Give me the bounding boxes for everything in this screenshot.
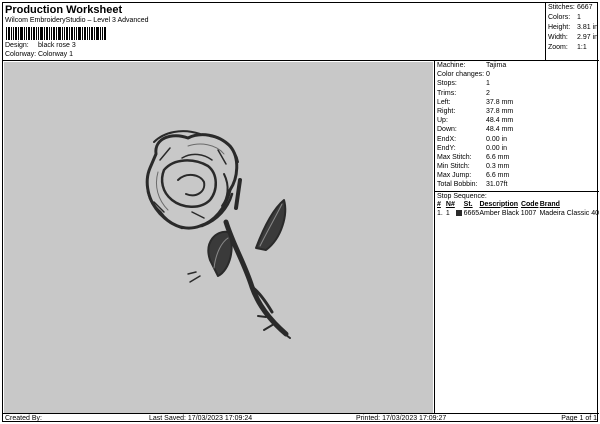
col-brand: Brand (539, 200, 560, 208)
info-label: Down: (437, 126, 457, 134)
row-code: 1007 (520, 209, 537, 217)
info-row: Up: 48.4 mm (435, 116, 599, 125)
colorway-value: Colorway 1 (38, 51, 74, 58)
col-num: # (437, 200, 441, 208)
page-number: Page 1 of 1 (561, 415, 597, 422)
info-value: 0.3 mm (486, 163, 510, 171)
info-value: 0.00 in (486, 135, 508, 143)
info-value: 0.00 in (486, 144, 508, 152)
stats-panel: Stitches: 6667 Colors: 1 Height: 3.81 in Wi… (545, 3, 599, 60)
info-row: Min Stitch: 0.3 mm (435, 162, 599, 171)
info-row: Max Stitch: 6.6 mm (435, 153, 599, 162)
info-row: Total Bobbin: 31.07ft (435, 180, 599, 189)
col-code: Code (520, 200, 539, 208)
info-value: 37.8 mm (486, 107, 514, 115)
stat-label: Width: (548, 34, 568, 41)
stat-row: Zoom: 1:1 (546, 43, 599, 53)
stop-sequence-title: Stop Sequence: (435, 190, 599, 200)
worksheet: Production Worksheet Wilcom EmbroiderySt… (2, 2, 599, 423)
rose-embroidery-image (145, 130, 291, 339)
info-label: Up: (437, 117, 448, 125)
info-label: Trims: (437, 89, 457, 97)
row-brand: Madeira Classic 40 (539, 209, 599, 217)
info-row: Max Jump: 6.6 mm (435, 171, 599, 180)
last-saved: Last Saved: 17/03/2023 17:09:24 (149, 415, 253, 422)
info-value: 48.4 mm (486, 117, 514, 125)
stat-value: 1 (577, 14, 581, 21)
info-value: Tajima (486, 62, 507, 69)
stat-row: Colors: 1 (546, 13, 599, 23)
printed-date: Printed: 17/03/2023 17:09:27 (356, 415, 447, 422)
design-label: Design: (5, 42, 29, 49)
col-st: St. (463, 200, 473, 208)
info-value: 0 (486, 71, 490, 79)
stat-value: 1:1 (577, 44, 587, 51)
stat-row: Stitches: 6667 (546, 3, 599, 13)
info-label: EndX: (437, 135, 457, 143)
col-swatch (456, 200, 464, 209)
stat-label: Colors: (548, 14, 571, 21)
stat-row: Width: 2.97 in (546, 33, 599, 43)
info-value: 6.6 mm (486, 153, 510, 161)
info-label: Color changes: (437, 71, 485, 79)
info-label: Max Stitch: (437, 153, 472, 161)
info-label: Machine: (437, 62, 466, 69)
footer: Created By: Last Saved: 17/03/2023 17:09… (3, 413, 599, 423)
info-value: 1 (486, 80, 490, 88)
created-by: Created By: (5, 415, 42, 422)
page-title: Production Worksheet (5, 4, 123, 16)
info-value: 6.6 mm (486, 172, 510, 180)
color-swatch-icon (455, 209, 464, 218)
stat-value: 2.97 in (577, 34, 599, 41)
colorway-row: Colorway: Colorway 1 (5, 51, 73, 58)
table-row: 1. 1 6665 Amber Black 1007 Madeira Class… (435, 209, 599, 218)
info-label: Total Bobbin: (437, 181, 478, 189)
stop-sequence-header: # N# St. Description Code Brand (435, 200, 599, 209)
info-value: 37.8 mm (486, 98, 514, 106)
stat-value: 3.81 in (577, 24, 599, 31)
col-n: N# (445, 200, 455, 208)
stat-row: Height: 3.81 in (546, 23, 599, 33)
colorway-label: Colorway: (5, 51, 37, 58)
info-row: Right: 37.8 mm (435, 107, 599, 116)
info-label: Min Stitch: (437, 163, 470, 171)
info-row: Down: 48.4 mm (435, 125, 599, 134)
info-value: 2 (486, 89, 490, 97)
info-row: Machine: Tajima (435, 61, 599, 70)
stat-value: 6667 (577, 4, 593, 11)
info-value: 31.07ft (486, 181, 508, 189)
info-row: EndY: 0.00 in (435, 144, 599, 153)
info-panel: Machine: Tajima Color changes: 0 Stops: 1 T… (434, 61, 599, 413)
header: Production Worksheet Wilcom EmbroiderySt… (3, 3, 545, 60)
row-n: 1 (445, 209, 450, 217)
design-row: Design: black rose 3 (5, 42, 76, 49)
info-label: Right: (437, 107, 456, 115)
info-label: Max Jump: (437, 172, 472, 180)
barcode-icon (6, 27, 106, 40)
info-row: Left: 37.8 mm (435, 98, 599, 107)
row-description: Amber Black (479, 209, 520, 217)
col-description: Description (479, 200, 518, 208)
stat-label: Zoom: (548, 44, 568, 51)
info-row: Trims: 2 (435, 89, 599, 98)
info-row: Color changes: 0 (435, 70, 599, 79)
design-value: black rose 3 (38, 42, 76, 49)
row-st: 6665 (463, 209, 480, 217)
row-num: 1. (437, 209, 443, 217)
info-row: EndX: 0.00 in (435, 135, 599, 144)
info-row: Stops: 1 (435, 79, 599, 88)
info-label: Stops: (437, 80, 457, 88)
stat-label: Height: (548, 24, 571, 31)
info-label: EndY: (437, 144, 456, 152)
info-label: Left: (437, 98, 451, 106)
design-canvas (4, 62, 433, 413)
stat-label: Stitches: (548, 4, 575, 11)
software-subtitle: Wilcom EmbroideryStudio – Level 3 Advanc… (5, 17, 149, 24)
info-value: 48.4 mm (486, 126, 514, 134)
